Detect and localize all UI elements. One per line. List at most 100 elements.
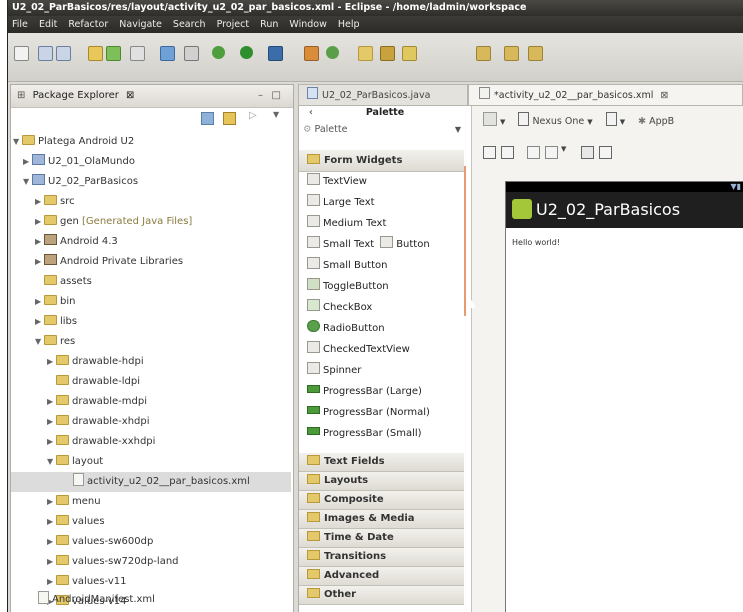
palette-item-togglebutton[interactable]: ToggleButton: [299, 276, 464, 297]
save-all-icon[interactable]: [56, 46, 71, 61]
external-tools-icon[interactable]: [268, 46, 283, 61]
orientation-icon[interactable]: [605, 112, 617, 126]
run-icon[interactable]: [240, 46, 253, 59]
collapse-all-icon[interactable]: [201, 112, 214, 125]
fit-width-icon[interactable]: [483, 146, 496, 159]
collapse-icon[interactable]: ▶: [47, 552, 56, 572]
collapse-icon[interactable]: ▶: [35, 292, 44, 312]
config-icon[interactable]: [483, 112, 497, 126]
collapse-icon[interactable]: ▶: [47, 512, 56, 532]
menu-project[interactable]: Project: [213, 16, 254, 33]
chevron-down-icon[interactable]: ▼: [455, 121, 461, 139]
collapse-icon[interactable]: ▶: [35, 252, 44, 272]
tree-item-menu[interactable]: ▶ menu: [47, 492, 101, 512]
expand-icon[interactable]: ▼: [35, 332, 44, 352]
new-icon[interactable]: [14, 46, 29, 61]
collapse-icon[interactable]: ▶: [35, 212, 44, 232]
tab-layout-xml[interactable]: *activity_u2_02__par_basicos.xml ⊠: [468, 84, 743, 106]
item-label[interactable]: Button: [396, 239, 430, 250]
tree-item-src[interactable]: ▶ src: [35, 192, 75, 212]
lint-icon[interactable]: [160, 46, 175, 61]
collapse-icon[interactable]: ▶: [47, 532, 56, 552]
chevron-down-icon[interactable]: ▼: [620, 118, 625, 126]
palette-item-medium-text[interactable]: Medium Text: [299, 213, 464, 234]
tree-item-libs[interactable]: ▶ libs: [35, 312, 77, 332]
collapse-palette-icon[interactable]: ‹: [309, 106, 313, 120]
forward-icon[interactable]: [528, 46, 543, 61]
skip-breakpoints-icon[interactable]: [184, 46, 199, 61]
view-menu-icon[interactable]: ▼: [273, 110, 279, 119]
tree-item-u2-01[interactable]: ▶ U2_01_OlaMundo: [23, 152, 135, 172]
collapse-icon[interactable]: ▶: [47, 392, 56, 412]
chevron-down-icon[interactable]: ▼: [587, 118, 592, 126]
grid-icon[interactable]: [545, 146, 558, 159]
print-icon[interactable]: [88, 46, 103, 61]
device-selector[interactable]: Nexus One: [532, 116, 584, 127]
tab-close-marker[interactable]: ⊠: [126, 90, 134, 101]
android-sdk-icon[interactable]: [106, 46, 121, 61]
tree-item-assets[interactable]: assets: [44, 272, 92, 292]
chevron-down-icon[interactable]: ▼: [500, 118, 505, 126]
tree-item-manifest[interactable]: AndroidManifest.xml: [38, 590, 155, 610]
menu-window[interactable]: Window: [285, 16, 330, 33]
minimize-icon[interactable]: –: [258, 85, 263, 107]
tree-item-gen[interactable]: ▶ gen [Generated Java Files]: [35, 212, 192, 232]
tree-item-values-sw720dp-land[interactable]: ▶ values-sw720dp-land: [47, 552, 179, 572]
palette-item-small-text[interactable]: Small Text Button: [299, 234, 464, 255]
menu-help[interactable]: Help: [334, 16, 364, 33]
open-task-icon[interactable]: [380, 46, 395, 61]
expand-icon[interactable]: ▼: [13, 132, 22, 152]
expand-icon[interactable]: ▼: [47, 452, 56, 472]
collapse-icon[interactable]: ▶: [35, 232, 44, 252]
palette-category-composite[interactable]: Composite: [299, 491, 464, 510]
palette-item-progressbar-normal[interactable]: ProgressBar (Normal): [299, 402, 464, 423]
palette-item-textview[interactable]: TextView: [299, 171, 464, 192]
tree-item-values-v11[interactable]: ▶ values-v11: [47, 572, 127, 592]
search-icon[interactable]: [402, 46, 417, 61]
avd-manager-icon[interactable]: [130, 46, 145, 61]
palette-category-layouts[interactable]: Layouts: [299, 472, 464, 491]
menu-edit[interactable]: Edit: [35, 16, 61, 33]
menu-navigate[interactable]: Navigate: [115, 16, 166, 33]
menu-run[interactable]: Run: [256, 16, 282, 33]
collapse-icon[interactable]: ▶: [47, 352, 56, 372]
palette-item-large-text[interactable]: Large Text: [299, 192, 464, 213]
palette-scrollbar[interactable]: [464, 166, 466, 316]
tree-item-drawable-xhdpi[interactable]: ▶ drawable-xhdpi: [47, 412, 150, 432]
palette-category-other[interactable]: Other: [299, 586, 464, 605]
save-icon[interactable]: [38, 46, 53, 61]
collapse-icon[interactable]: ▶: [23, 152, 32, 172]
collapse-icon[interactable]: ▶: [47, 492, 56, 512]
palette-category-form-widgets[interactable]: Form Widgets: [299, 150, 464, 172]
palette-category-images-media[interactable]: Images & Media: [299, 510, 464, 529]
theme-selector[interactable]: AppB: [649, 116, 674, 127]
zoom-real-size-icon[interactable]: [581, 146, 594, 159]
close-icon[interactable]: ⊠: [660, 90, 668, 101]
tree-item-layout[interactable]: ▼ layout: [47, 452, 103, 472]
palette-item-radiobutton[interactable]: RadioButton: [299, 318, 464, 339]
tree-item-drawable-mdpi[interactable]: ▶ drawable-mdpi: [47, 392, 147, 412]
palette-selector[interactable]: ⚙ Palette ▼: [303, 121, 463, 139]
tree-item-drawable-ldpi[interactable]: drawable-ldpi: [56, 372, 140, 392]
palette-category-time-date[interactable]: Time & Date: [299, 529, 464, 548]
next-annotation-icon[interactable]: [476, 46, 491, 61]
tab-java-file[interactable]: U2_02_ParBasicos.java: [298, 84, 468, 106]
palette-category-text-fields[interactable]: Text Fields: [299, 453, 464, 472]
collapse-icon[interactable]: ▶: [35, 312, 44, 332]
collapse-icon[interactable]: ▶: [35, 192, 44, 212]
tree-item-u2-02[interactable]: ▼ U2_02_ParBasicos: [23, 172, 138, 192]
tree-item-res[interactable]: ▼ res: [35, 332, 75, 352]
tree-item-drawable-xxhdpi[interactable]: ▶ drawable-xxhdpi: [47, 432, 155, 452]
expand-icon[interactable]: ▼: [23, 172, 32, 192]
new-java-class-icon[interactable]: [326, 46, 339, 59]
package-explorer-title[interactable]: Package Explorer: [33, 90, 119, 101]
palette-category-transitions[interactable]: Transitions: [299, 548, 464, 567]
layout-width-icon[interactable]: [501, 146, 514, 159]
palette-category-advanced[interactable]: Advanced: [299, 567, 464, 586]
menu-search[interactable]: Search: [169, 16, 210, 33]
collapse-icon[interactable]: ▶: [47, 432, 56, 452]
tree-item-android-4-3[interactable]: ▶ Android 4.3: [35, 232, 118, 252]
tree-item-bin[interactable]: ▶ bin: [35, 292, 75, 312]
menu-refactor[interactable]: Refactor: [64, 16, 112, 33]
collapse-icon[interactable]: ▶: [47, 572, 56, 592]
